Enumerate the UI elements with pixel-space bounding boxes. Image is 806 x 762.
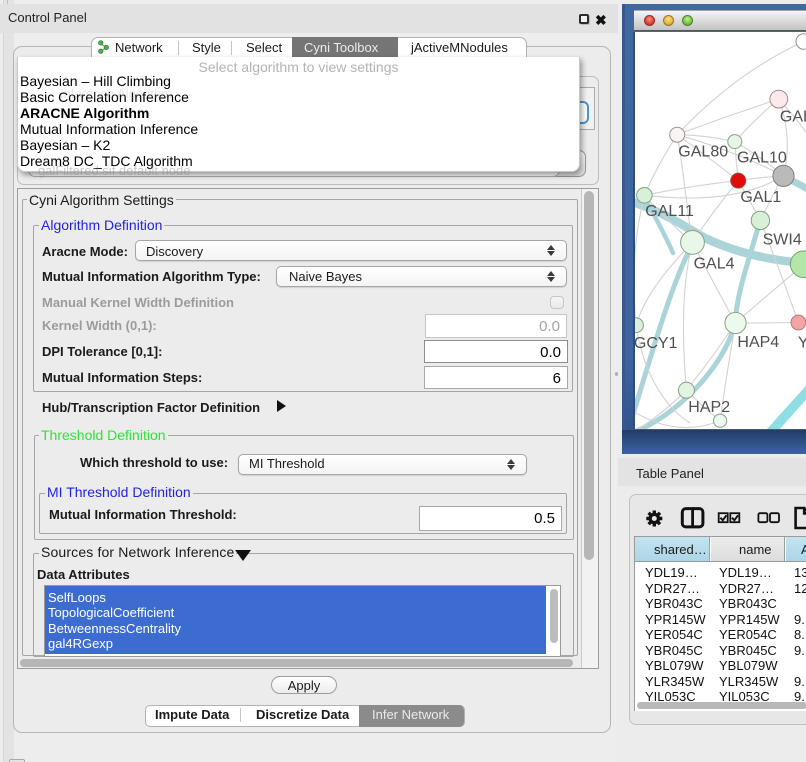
svg-text:GAL80: GAL80 [678,143,728,160]
svg-text:Y: Y [798,335,806,352]
svg-text:GAL10: GAL10 [737,150,787,167]
svg-text:GCY1: GCY1 [635,335,678,352]
svg-text:GAL11: GAL11 [645,203,694,220]
svg-text:SWI4: SWI4 [763,232,802,249]
svg-text:HAP4: HAP4 [737,334,779,351]
svg-text:GAL1: GAL1 [740,189,781,206]
svg-text:GAL4: GAL4 [694,256,735,273]
svg-text:GAL7: GAL7 [780,109,806,126]
svg-text:HAP2: HAP2 [688,399,730,416]
